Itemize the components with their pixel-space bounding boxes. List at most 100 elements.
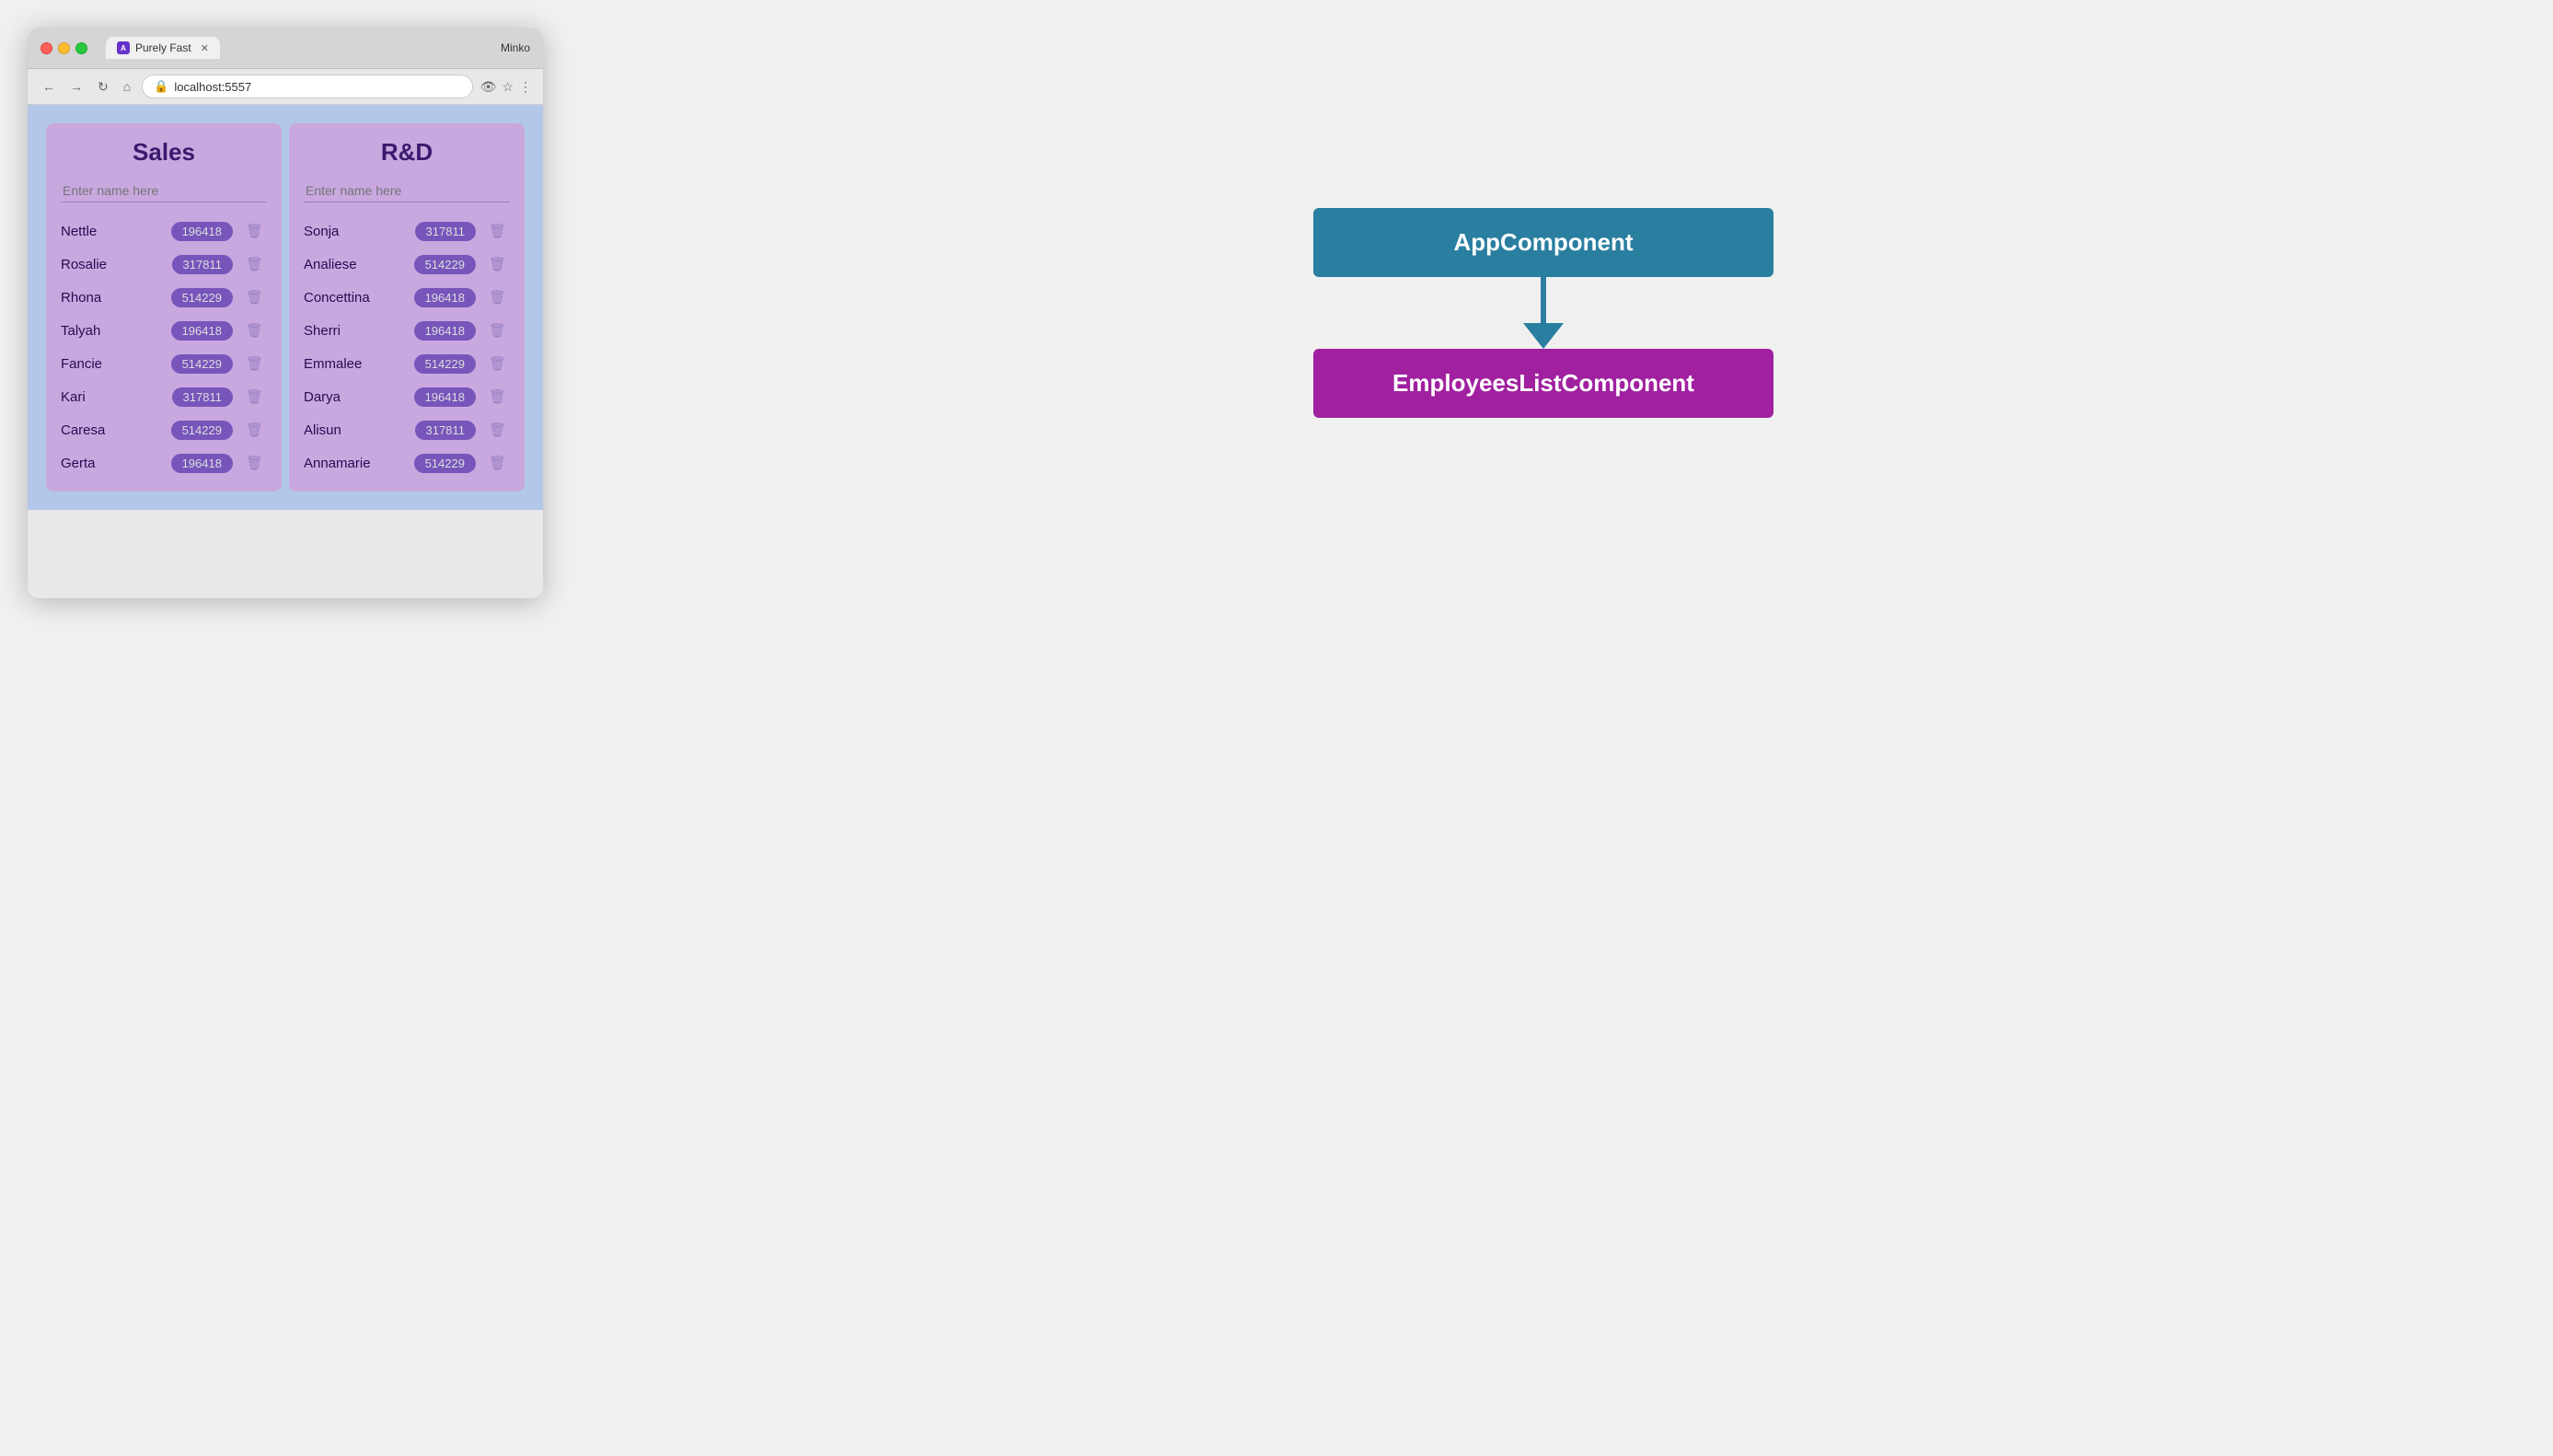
- lock-icon: 🔒: [154, 79, 168, 94]
- employee-badge: 514229: [171, 421, 233, 440]
- sales-panel: Sales Nettle196418🗑Rosalie317811🗑Rhona51…: [46, 123, 282, 491]
- app-component-box: AppComponent: [1313, 208, 1773, 277]
- delete-employee-button[interactable]: 🗑: [485, 453, 510, 473]
- table-row: Fancie514229 🗑: [61, 350, 267, 377]
- employee-badge: 317811: [415, 222, 476, 241]
- rnd-name-input[interactable]: [304, 179, 510, 202]
- close-button[interactable]: [40, 42, 52, 54]
- table-row: Nettle196418 🗑: [61, 217, 267, 245]
- sales-name-input[interactable]: [61, 179, 267, 202]
- table-row: Emmalee514229 🗑: [304, 350, 510, 377]
- delete-employee-button[interactable]: 🗑: [485, 254, 510, 274]
- employee-badge: 196418: [414, 288, 476, 307]
- rnd-employee-list: Sonja317811🗑Analiese514229🗑Concettina196…: [304, 217, 510, 477]
- table-row: Annamarie514229 🗑: [304, 449, 510, 477]
- arrow-line: [1541, 277, 1546, 323]
- toolbar-icons: 👁 ☆ ⋮: [480, 79, 532, 95]
- address-bar[interactable]: 🔒 localhost:5557: [142, 75, 472, 98]
- forward-button[interactable]: →: [66, 77, 87, 96]
- employee-badge: 514229: [414, 454, 476, 473]
- employee-badge: 514229: [171, 354, 233, 374]
- arrow-head: [1523, 323, 1564, 349]
- eye-icon[interactable]: 👁: [480, 79, 497, 95]
- employee-badge: 514229: [171, 288, 233, 307]
- table-row: Alisun317811🗑: [304, 416, 510, 444]
- employee-badge: 196418: [414, 321, 476, 341]
- browser-tab[interactable]: A Purely Fast ✕: [106, 37, 220, 59]
- delete-employee-button[interactable]: 🗑: [242, 453, 267, 473]
- employee-badge: 196418: [414, 387, 476, 407]
- employee-name: Emmalee: [304, 356, 414, 372]
- delete-employee-button[interactable]: 🗑: [242, 420, 267, 440]
- employee-name: Kari: [61, 389, 172, 405]
- sales-title: Sales: [61, 138, 267, 167]
- sales-employee-list: Nettle196418🗑Rosalie317811🗑Rhona514229🗑T…: [61, 217, 267, 477]
- employee-name: Caresa: [61, 422, 171, 438]
- table-row: Analiese514229 🗑: [304, 250, 510, 278]
- employee-name: Darya: [304, 389, 414, 405]
- browser-titlebar: A Purely Fast ✕ Minko: [28, 28, 543, 69]
- employee-badge: 196418: [171, 222, 233, 241]
- rnd-panel: R&D Sonja317811🗑Analiese514229🗑Concettin…: [289, 123, 525, 491]
- browser-window: A Purely Fast ✕ Minko ← → ↻ ⌂ 🔒 localhos…: [28, 28, 543, 598]
- employee-badge: 317811: [172, 387, 233, 407]
- tab-close-icon[interactable]: ✕: [201, 42, 209, 54]
- employee-badge: 196418: [171, 321, 233, 341]
- employee-name: Nettle: [61, 224, 171, 239]
- table-row: Rhona514229 🗑: [61, 283, 267, 311]
- home-button[interactable]: ⌂: [120, 77, 134, 96]
- url-text: localhost:5557: [174, 80, 251, 94]
- employee-name: Annamarie: [304, 456, 414, 471]
- employee-badge: 514229: [414, 354, 476, 374]
- delete-employee-button[interactable]: 🗑: [485, 420, 510, 440]
- table-row: Sherri196418 🗑: [304, 317, 510, 344]
- employee-name: Analiese: [304, 257, 414, 272]
- employee-name: Talyah: [61, 323, 171, 339]
- delete-employee-button[interactable]: 🗑: [485, 221, 510, 241]
- browser-toolbar: ← → ↻ ⌂ 🔒 localhost:5557 👁 ☆ ⋮: [28, 69, 543, 105]
- traffic-lights: [40, 42, 87, 54]
- employee-badge: 514229: [414, 255, 476, 274]
- star-icon[interactable]: ☆: [502, 79, 514, 95]
- table-row: Kari317811 🗑: [61, 383, 267, 410]
- minimize-button[interactable]: [58, 42, 70, 54]
- employee-badge: 317811: [172, 255, 233, 274]
- delete-employee-button[interactable]: 🗑: [485, 387, 510, 407]
- rnd-title: R&D: [304, 138, 510, 167]
- delete-employee-button[interactable]: 🗑: [485, 320, 510, 341]
- delete-employee-button[interactable]: 🗑: [242, 353, 267, 374]
- diagram-arrow: [1523, 277, 1564, 349]
- back-button[interactable]: ←: [39, 77, 59, 96]
- refresh-button[interactable]: ↻: [94, 77, 112, 97]
- component-diagram: AppComponent EmployeesListComponent: [561, 28, 2525, 598]
- delete-employee-button[interactable]: 🗑: [485, 353, 510, 374]
- tab-bar: A Purely Fast ✕: [106, 37, 491, 59]
- employee-name: Fancie: [61, 356, 171, 372]
- user-label: Minko: [501, 41, 530, 54]
- employee-name: Gerta: [61, 456, 171, 471]
- delete-employee-button[interactable]: 🗑: [242, 387, 267, 407]
- delete-employee-button[interactable]: 🗑: [242, 287, 267, 307]
- employee-name: Sonja: [304, 224, 415, 239]
- employee-name: Sherri: [304, 323, 414, 339]
- delete-employee-button[interactable]: 🗑: [242, 221, 267, 241]
- tab-favicon: A: [117, 41, 130, 54]
- delete-employee-button[interactable]: 🗑: [242, 254, 267, 274]
- table-row: Caresa514229 🗑: [61, 416, 267, 444]
- table-row: Gerta196418 🗑: [61, 449, 267, 477]
- employee-name: Concettina: [304, 290, 414, 306]
- table-row: Concettina196418 🗑: [304, 283, 510, 311]
- maximize-button[interactable]: [75, 42, 87, 54]
- menu-icon[interactable]: ⋮: [519, 79, 532, 95]
- employees-component-box: EmployeesListComponent: [1313, 349, 1773, 418]
- employee-name: Rhona: [61, 290, 171, 306]
- table-row: Darya196418 🗑: [304, 383, 510, 410]
- employee-name: Alisun: [304, 422, 415, 438]
- tab-title: Purely Fast: [135, 41, 191, 54]
- employee-badge: 196418: [171, 454, 233, 473]
- delete-employee-button[interactable]: 🗑: [485, 287, 510, 307]
- app-content: Sales Nettle196418🗑Rosalie317811🗑Rhona51…: [28, 105, 543, 510]
- table-row: Sonja317811 🗑: [304, 217, 510, 245]
- delete-employee-button[interactable]: 🗑: [242, 320, 267, 341]
- employee-name: Rosalie: [61, 257, 172, 272]
